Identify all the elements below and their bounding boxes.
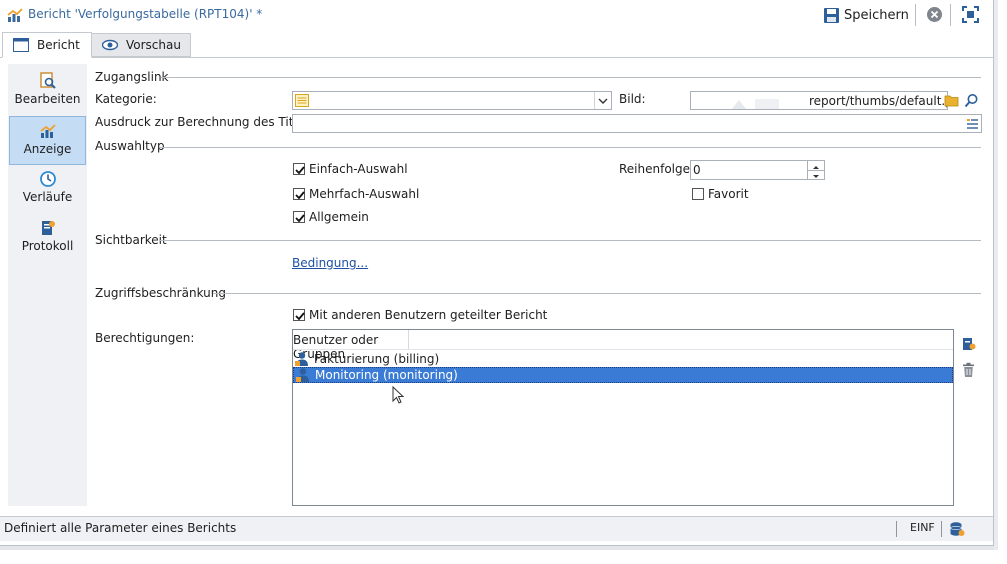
toolbar-separator [950,4,951,26]
clock-icon [39,171,56,187]
category-label: Kategorie: [95,92,157,106]
folder-icon[interactable] [944,93,959,107]
shared-report-checkbox[interactable] [293,309,305,321]
section-access-restriction: Zugriffsbeschränkung [95,286,226,300]
close-icon[interactable] [926,6,943,23]
insert-mode-indicator: EINF [910,521,935,534]
permissions-list[interactable]: Benutzer oder Gruppen Fakturierung (bill… [292,329,954,506]
shared-report-label: Mit anderen Benutzern geteilter Bericht [309,308,548,322]
list-item-label: Fakturierung (billing) [314,352,440,366]
list-item[interactable]: Fakturierung (billing) [293,351,953,367]
checkmark-icon [295,214,305,223]
order-decrement-button[interactable] [807,170,824,179]
multi-select-label: Mehrfach-Auswahl [309,187,420,201]
tab-vorschau[interactable]: Vorschau [91,33,191,57]
trash-icon[interactable] [961,362,976,378]
order-label: Reihenfolge: [619,162,695,176]
save-button[interactable]: Speichern [823,4,909,26]
list-item-label: Monitoring (monitoring) [315,368,458,382]
expression-editor-icon[interactable] [966,118,979,130]
general-checkbox[interactable] [293,211,305,223]
log-icon [41,221,55,235]
report-window: Bericht 'Verfolgungstabelle (RPT104)' * … [0,0,994,546]
condition-link[interactable]: Bedingung... [292,256,368,270]
category-dropdown-button[interactable] [594,92,611,109]
content-panel: Zugangslink Kategorie: Bild: report/thum… [88,60,988,510]
order-value: 0 [693,163,701,177]
chevron-down-icon [598,98,608,104]
section-divider [159,240,981,241]
image-field[interactable]: report/thumbs/default.png [690,91,948,110]
form-icon [13,38,29,52]
title-expression-label: Ausdruck zur Berechnung des Titels: [95,115,315,129]
image-label: Bild: [619,92,646,106]
section-divider [159,147,981,148]
image-placeholder-icon [731,99,779,109]
maximize-icon[interactable] [961,5,980,24]
section-selection-type: Auswahltyp [95,139,165,153]
sidebar: Bearbeiten Anzeige Verläufe Protokoll [8,64,87,506]
tab-bericht[interactable]: Bericht [2,32,92,58]
list-item-selected[interactable]: Monitoring (monitoring) [293,367,953,383]
operator-icon [295,352,308,366]
multi-select-checkbox[interactable] [293,188,305,200]
status-separator [941,521,942,537]
mouse-pointer-icon [392,386,405,404]
chart-icon [39,124,56,138]
tab-label: Bericht [37,38,80,52]
sidebar-item-anzeige[interactable]: Anzeige [9,116,86,165]
database-icon [950,522,965,536]
tab-label: Vorschau [126,38,181,52]
edit-report-icon [39,72,56,89]
sidebar-item-label: Bearbeiten [14,92,81,106]
section-divider [213,293,981,294]
chevron-down-icon [813,175,819,178]
eye-icon [102,39,118,51]
tab-strip: Bericht Vorschau [0,32,993,58]
title-expression-input[interactable] [292,114,982,133]
window-shadow [994,0,998,550]
status-bar: Definiert alle Parameter eines Berichts … [0,516,993,541]
search-icon[interactable] [964,93,979,108]
order-stepper[interactable]: 0 [690,160,825,180]
toolbar-separator [915,4,916,26]
single-select-checkbox[interactable] [293,163,305,175]
category-list-icon [295,94,309,107]
save-icon [824,7,839,23]
sidebar-item-protokoll[interactable]: Protokoll [9,214,86,261]
category-select[interactable] [292,91,612,110]
sidebar-item-label: Anzeige [23,142,72,156]
sidebar-item-verlaeufe[interactable]: Verläufe [9,165,86,212]
favorite-checkbox[interactable] [692,188,704,200]
checkmark-icon [295,166,305,175]
header-divider [293,349,953,350]
save-button-label: Speichern [844,7,909,23]
sidebar-item-label: Protokoll [21,239,74,253]
sidebar-item-bearbeiten[interactable]: Bearbeiten [9,67,86,114]
window-shadow [0,546,996,550]
section-access-link: Zugangslink [95,70,169,84]
section-divider [161,77,981,78]
checkmark-icon [295,312,305,321]
favorite-label: Favorit [708,187,749,201]
single-select-label: Einfach-Auswahl [309,162,408,176]
section-visibility: Sichtbarkeit [95,233,167,247]
sidebar-item-label: Verläufe [22,190,73,204]
permissions-label: Berechtigungen: [95,331,195,345]
general-label: Allgemein [309,210,369,224]
image-value: report/thumbs/default.png [809,94,947,108]
checkmark-icon [295,191,305,200]
status-message: Definiert alle Parameter eines Berichts [4,521,237,535]
status-separator [896,521,897,537]
window-title: Bericht 'Verfolgungstabelle (RPT104)' * [28,7,263,21]
title-bar: Bericht 'Verfolgungstabelle (RPT104)' * … [0,0,993,30]
column-header-users[interactable]: Benutzer oder Gruppen [293,330,409,361]
operator-icon [296,368,309,382]
report-chart-icon [7,8,23,22]
add-permission-icon[interactable] [961,335,976,351]
